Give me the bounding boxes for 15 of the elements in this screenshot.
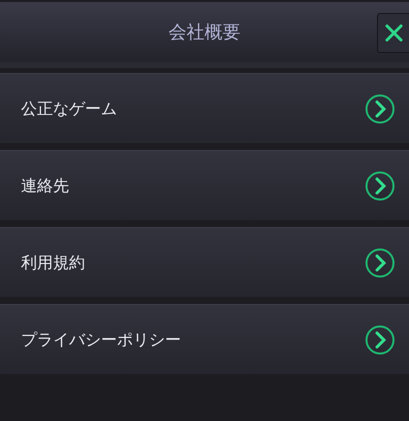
menu-item[interactable]: 公正なゲーム — [0, 73, 409, 143]
close-icon — [385, 24, 403, 42]
window-title: 会社概要 — [168, 20, 240, 44]
chevron-right-icon — [365, 248, 395, 278]
menu-item-label: プライバシーポリシー — [21, 328, 181, 350]
chevron-right-icon — [365, 170, 395, 200]
menu-item[interactable]: 利用規約 — [0, 227, 409, 297]
chevron-right-icon — [365, 324, 395, 354]
menu-item[interactable]: プライバシーポリシー — [0, 304, 409, 374]
menu-item-label: 連絡先 — [21, 174, 69, 196]
chevron-right-icon — [365, 94, 395, 124]
menu-item[interactable]: 連絡先 — [0, 150, 409, 220]
menu-item-label: 公正なゲーム — [21, 98, 117, 120]
close-button[interactable] — [377, 13, 409, 53]
menu-item-label: 利用規約 — [21, 252, 85, 274]
